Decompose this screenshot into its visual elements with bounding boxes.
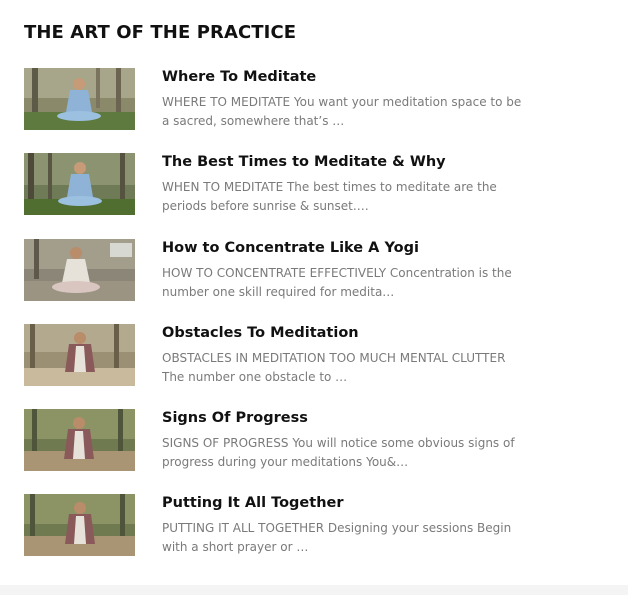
man-meditating-forest-thumbnail (24, 68, 135, 130)
article-title[interactable]: The Best Times to Meditate & Why (162, 154, 446, 170)
article-thumbnail[interactable] (24, 153, 135, 216)
article-thumbnail[interactable] (24, 238, 135, 301)
article-thumbnail[interactable] (24, 323, 135, 386)
article-excerpt: PUTTING IT ALL TOGETHER Designing your s… (162, 521, 512, 555)
article-excerpt: SIGNS OF PROGRESS You will notice some o… (162, 436, 515, 470)
man-with-shawl-thumbnail (24, 494, 135, 557)
article-item: Where To Meditate WHERE TO MEDITATE You … (24, 68, 524, 153)
man-seated-teaching-thumbnail (24, 238, 135, 301)
article-item: The Best Times to Meditate & Why WHEN TO… (24, 153, 524, 238)
article-title[interactable]: Obstacles To Meditation (162, 325, 359, 341)
article-list: Where To Meditate WHERE TO MEDITATE You … (24, 68, 524, 580)
man-meditating-forest-thumbnail (24, 153, 135, 216)
article-thumbnail[interactable] (24, 68, 135, 130)
article-excerpt: WHEN TO MEDITATE The best times to medit… (162, 180, 497, 214)
article-excerpt: OBSTACLES IN MEDITATION TOO MUCH MENTAL … (162, 350, 506, 384)
article-item: Obstacles To Meditation OBSTACLES IN MED… (24, 323, 524, 409)
article-title[interactable]: Putting It All Together (162, 495, 344, 511)
article-title[interactable]: Signs Of Progress (162, 410, 308, 426)
man-with-shawl-thumbnail (24, 323, 135, 386)
man-with-shawl-thumbnail (24, 409, 135, 472)
article-title[interactable]: Where To Meditate (162, 69, 316, 85)
article-thumbnail[interactable] (24, 409, 135, 472)
article-item: Putting It All Together PUTTING IT ALL T… (24, 494, 524, 579)
article-item: Signs Of Progress SIGNS OF PROGRESS You … (24, 409, 524, 494)
article-excerpt: HOW TO CONCENTRATE EFFECTIVELY Concentra… (162, 265, 512, 299)
section-title: THE ART OF THE PRACTICE (24, 22, 297, 43)
article-excerpt: WHERE TO MEDITATE You want your meditati… (162, 95, 522, 128)
article-item: How to Concentrate Like A Yogi HOW TO CO… (24, 238, 524, 324)
footer-divider-band (0, 585, 628, 595)
article-thumbnail[interactable] (24, 494, 135, 557)
article-title[interactable]: How to Concentrate Like A Yogi (162, 240, 419, 256)
